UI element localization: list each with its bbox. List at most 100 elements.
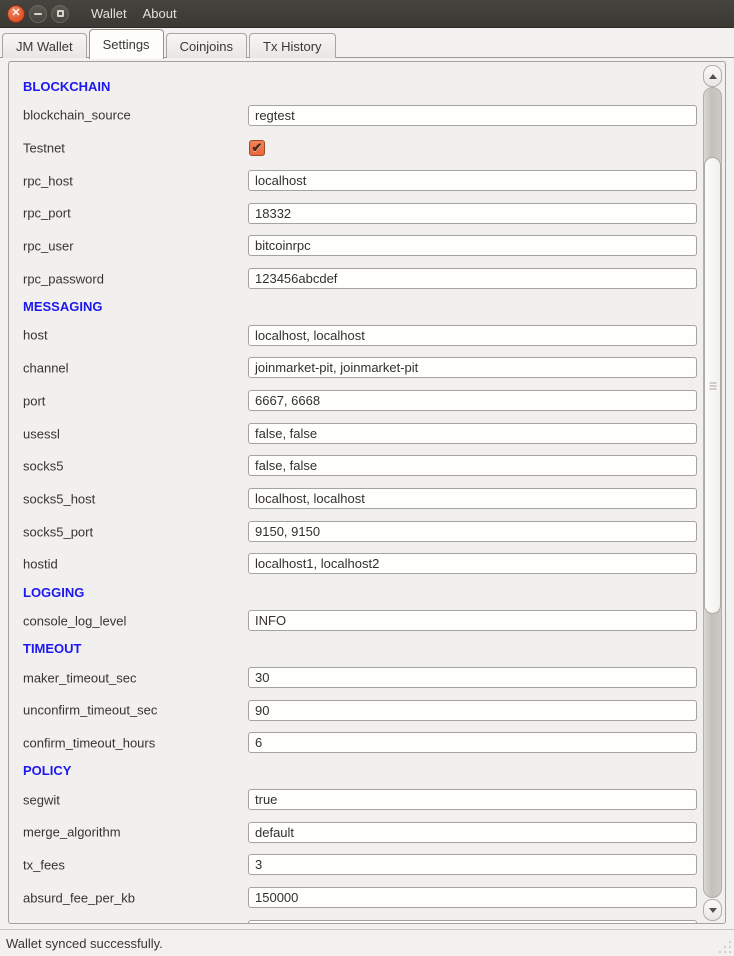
- socks5-label: socks5: [23, 459, 63, 474]
- host-input[interactable]: localhost, localhost: [248, 325, 697, 346]
- host-label: host: [23, 328, 48, 343]
- window-close-button[interactable]: ✕: [7, 5, 25, 23]
- testnet-checkbox[interactable]: ✔: [249, 140, 265, 156]
- port-input[interactable]: 6667, 6668: [248, 390, 697, 411]
- resize-grip[interactable]: [718, 940, 732, 954]
- minimize-icon: [34, 13, 42, 15]
- form-row-blockchain-source: blockchain_source regtest: [9, 99, 698, 132]
- socks5-host-label: socks5_host: [23, 491, 95, 506]
- socks5-port-label: socks5_port: [23, 524, 93, 539]
- rpc-port-label: rpc_port: [23, 206, 71, 221]
- blockchain-source-input[interactable]: regtest: [248, 105, 697, 126]
- tab-tx-history[interactable]: Tx History: [249, 33, 336, 58]
- absurd-fee-per-kb-input[interactable]: 150000: [248, 887, 697, 908]
- maker-timeout-sec-input[interactable]: 30: [248, 667, 697, 688]
- status-bar: Wallet synced successfully.: [0, 929, 734, 956]
- vertical-scrollbar: [703, 64, 722, 921]
- form-row-testnet: Testnet ✔: [9, 132, 698, 165]
- tab-bar: JM WalletSettingsCoinjoinsTx History: [0, 28, 734, 58]
- console-log-level-label: console_log_level: [23, 613, 126, 628]
- console-log-level-input[interactable]: INFO: [248, 610, 697, 631]
- form-row-hostid: hostid localhost1, localhost2: [9, 548, 698, 581]
- partial-field-input[interactable]: [248, 920, 697, 923]
- form-row-usessl: usessl false, false: [9, 417, 698, 450]
- unconfirm-timeout-sec-input[interactable]: 90: [248, 700, 697, 721]
- maximize-icon: [57, 10, 64, 17]
- section-header-logging: LOGGING: [9, 581, 698, 605]
- socks5-host-input[interactable]: localhost, localhost: [248, 488, 697, 509]
- usessl-label: usessl: [23, 426, 60, 441]
- form-row-rpc-password: rpc_password 123456abcdef: [9, 262, 698, 295]
- rpc-password-label: rpc_password: [23, 271, 104, 286]
- settings-form: BLOCKCHAIN blockchain_source regtest Testne…: [9, 62, 698, 923]
- rpc-port-input[interactable]: 18332: [248, 203, 697, 224]
- joinmarket-wallet-window: ✕ Wallet About JM WalletSettingsCoinjoin…: [0, 0, 734, 956]
- form-row-host: host localhost, localhost: [9, 319, 698, 352]
- form-row-port: port 6667, 6668: [9, 385, 698, 418]
- testnet-label: Testnet: [23, 141, 65, 156]
- tx-fees-input[interactable]: 3: [248, 854, 697, 875]
- unconfirm-timeout-sec-label: unconfirm_timeout_sec: [23, 703, 157, 718]
- hostid-input[interactable]: localhost1, localhost2: [248, 553, 697, 574]
- usessl-input[interactable]: false, false: [248, 423, 697, 444]
- form-row-tx-fees: tx_fees 3: [9, 849, 698, 882]
- merge-algorithm-label: merge_algorithm: [23, 825, 121, 840]
- section-header-messaging: MESSAGING: [9, 295, 698, 319]
- scrollbar-track[interactable]: [703, 87, 722, 898]
- channel-input[interactable]: joinmarket-pit, joinmarket-pit: [248, 357, 697, 378]
- scroll-down-button[interactable]: [703, 899, 722, 921]
- form-row-confirm-timeout-hours: confirm_timeout_hours 6: [9, 727, 698, 760]
- form-row-channel: channel joinmarket-pit, joinmarket-pit: [9, 352, 698, 385]
- form-row-socks5-host: socks5_host localhost, localhost: [9, 483, 698, 516]
- scroll-up-icon: [709, 74, 717, 79]
- rpc-user-label: rpc_user: [23, 239, 74, 254]
- scroll-up-button[interactable]: [703, 65, 722, 87]
- close-icon: ✕: [11, 8, 20, 19]
- socks5-port-input[interactable]: 9150, 9150: [248, 521, 697, 542]
- titlebar: ✕ Wallet About: [0, 0, 734, 28]
- scroll-down-icon: [709, 908, 717, 913]
- rpc-password-input[interactable]: 123456abcdef: [248, 268, 697, 289]
- menu-about[interactable]: About: [135, 0, 185, 28]
- form-row-console-log-level: console_log_level INFO: [9, 605, 698, 638]
- window-maximize-button[interactable]: [51, 5, 69, 23]
- checkmark-icon: ✔: [252, 141, 263, 154]
- form-row-rpc-user: rpc_user bitcoinrpc: [9, 230, 698, 263]
- absurd-fee-per-kb-label: absurd_fee_per_kb: [23, 890, 135, 905]
- tx-fees-label: tx_fees: [23, 858, 65, 873]
- menubar: Wallet About: [83, 0, 185, 28]
- port-label: port: [23, 393, 45, 408]
- window-minimize-button[interactable]: [29, 5, 47, 23]
- maker-timeout-sec-label: maker_timeout_sec: [23, 670, 136, 685]
- rpc-host-input[interactable]: localhost: [248, 170, 697, 191]
- channel-label: channel: [23, 361, 69, 376]
- form-row-maker-timeout-sec: maker_timeout_sec 30: [9, 661, 698, 694]
- scrollbar-thumb[interactable]: [704, 157, 721, 614]
- tab-coinjoins[interactable]: Coinjoins: [166, 33, 247, 58]
- menu-wallet[interactable]: Wallet: [83, 0, 135, 28]
- merge-algorithm-input[interactable]: default: [248, 822, 697, 843]
- tab-jm-wallet[interactable]: JM Wallet: [2, 33, 87, 58]
- form-row-socks5-port: socks5_port 9150, 9150: [9, 515, 698, 548]
- tab-settings[interactable]: Settings: [89, 29, 164, 59]
- rpc-user-input[interactable]: bitcoinrpc: [248, 235, 697, 256]
- form-row-merge-algorithm: merge_algorithm default: [9, 816, 698, 849]
- hostid-label: hostid: [23, 557, 58, 572]
- confirm-timeout-hours-label: confirm_timeout_hours: [23, 736, 155, 751]
- section-header-timeout: TIMEOUT: [9, 637, 698, 661]
- scrollbar-grip-icon: [709, 382, 716, 389]
- segwit-label: segwit: [23, 792, 60, 807]
- form-row-rpc-host: rpc_host localhost: [9, 164, 698, 197]
- form-row-segwit: segwit true: [9, 783, 698, 816]
- section-header-blockchain: BLOCKCHAIN: [9, 75, 698, 99]
- form-row-rpc-port: rpc_port 18332: [9, 197, 698, 230]
- section-header-policy: POLICY: [9, 759, 698, 783]
- confirm-timeout-hours-input[interactable]: 6: [248, 732, 697, 753]
- status-message: Wallet synced successfully.: [6, 936, 163, 951]
- socks5-input[interactable]: false, false: [248, 455, 697, 476]
- blockchain-source-label: blockchain_source: [23, 108, 131, 123]
- segwit-input[interactable]: true: [248, 789, 697, 810]
- form-row-partial-field: [9, 914, 698, 923]
- form-row-unconfirm-timeout-sec: unconfirm_timeout_sec 90: [9, 694, 698, 727]
- rpc-host-label: rpc_host: [23, 173, 73, 188]
